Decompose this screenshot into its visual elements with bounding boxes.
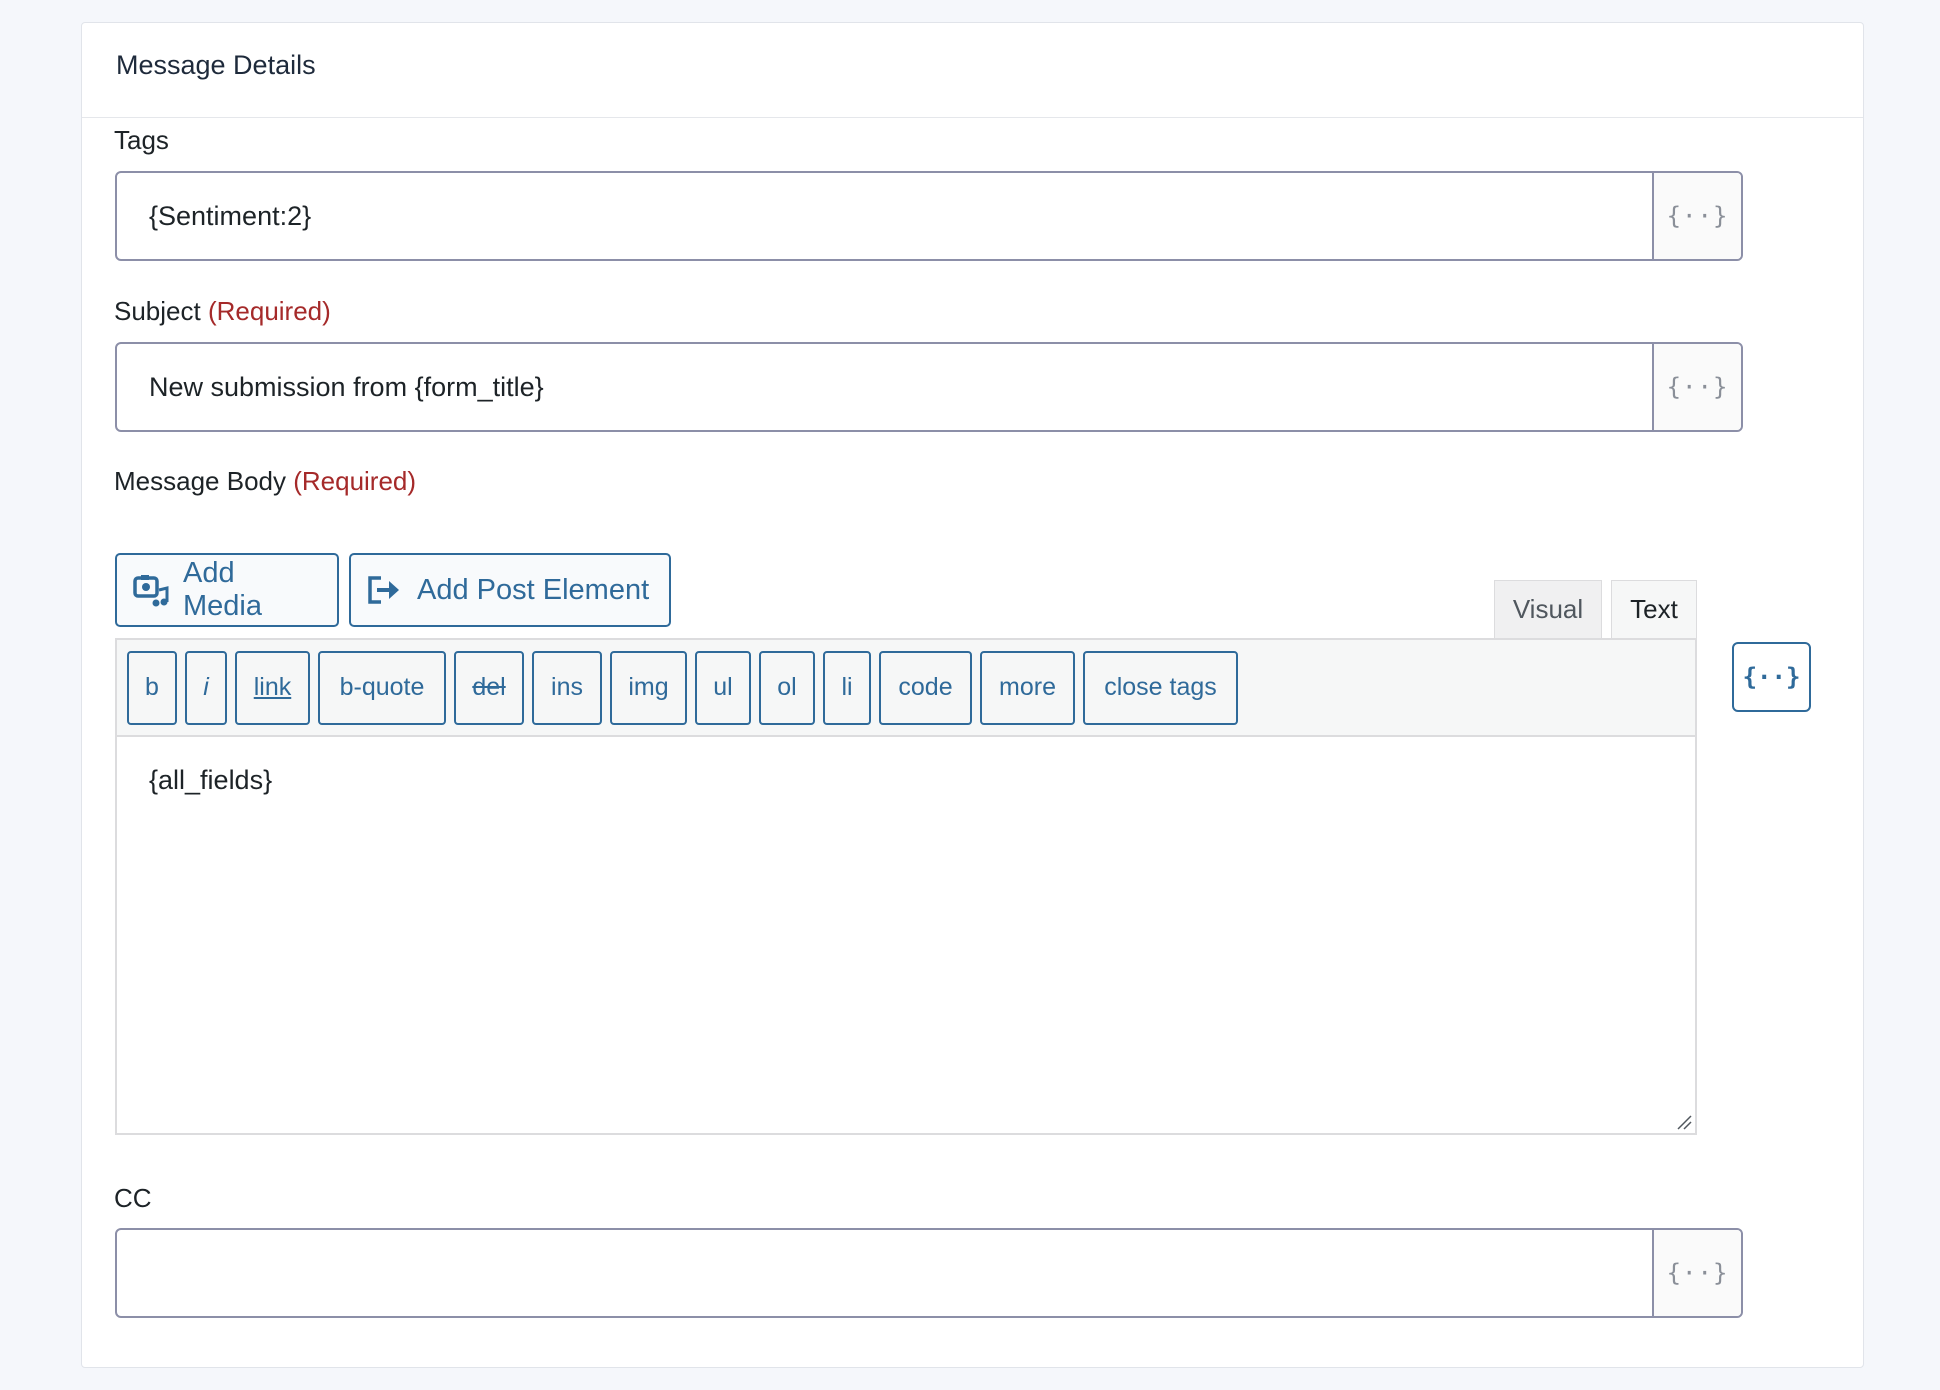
tags-label-text: Tags: [114, 125, 169, 155]
add-media-label: Add Media: [183, 557, 262, 622]
message-body-merge-tag-button[interactable]: {··}: [1732, 642, 1811, 712]
cc-input[interactable]: [117, 1230, 1652, 1316]
quicktag-close-tags-label: close tags: [1104, 673, 1217, 701]
add-post-element-label: Add Post Element: [417, 573, 650, 606]
message-body-editor: b i link b-quote del ins img ul ol li co…: [115, 638, 1697, 1135]
merge-tag-icon: {··}: [1666, 373, 1729, 401]
quicktag-close-tags-button[interactable]: close tags: [1083, 650, 1238, 725]
subject-input[interactable]: [117, 344, 1652, 430]
merge-tag-icon: {··}: [1666, 202, 1729, 230]
quicktag-i-label: i: [203, 673, 209, 701]
quicktag-more-button[interactable]: more: [980, 650, 1075, 725]
tags-input[interactable]: [117, 173, 1652, 259]
message-body-label-text: Message Body: [114, 466, 286, 496]
merge-tag-icon: {··}: [1666, 1259, 1729, 1287]
quicktags-toolbar: b i link b-quote del ins img ul ol li co…: [117, 640, 1695, 737]
cc-label: CC: [114, 1183, 152, 1214]
quicktag-li-label: li: [841, 673, 853, 701]
quicktag-li-button[interactable]: li: [823, 650, 871, 725]
quicktag-b-label: b: [145, 673, 159, 701]
add-media-icon: [133, 575, 169, 607]
message-body-content: {all_fields}: [149, 765, 273, 795]
quicktag-ol-button[interactable]: ol: [759, 650, 815, 725]
subject-label: Subject (Required): [114, 296, 331, 327]
message-details-panel: Message Details Tags {··} Subject (Requi…: [81, 22, 1864, 1368]
quicktag-ul-label: ul: [713, 673, 733, 701]
quicktag-b-button[interactable]: b: [127, 650, 177, 725]
panel-header: Message Details: [82, 23, 1863, 118]
quicktag-b-quote-button[interactable]: b-quote: [318, 650, 446, 725]
tags-merge-tag-button[interactable]: {··}: [1652, 173, 1741, 259]
quicktag-link-label: link: [253, 673, 292, 701]
message-body-label: Message Body (Required): [114, 466, 416, 497]
subject-required-marker: (Required): [207, 296, 331, 326]
quicktag-ins-label: ins: [551, 673, 583, 701]
quicktag-img-button[interactable]: img: [610, 650, 687, 725]
tab-visual[interactable]: Visual: [1494, 580, 1602, 638]
quicktag-more-label: more: [999, 673, 1056, 701]
add-media-button[interactable]: Add Media: [115, 553, 339, 627]
quicktag-del-label: del: [472, 673, 506, 701]
add-post-element-button[interactable]: Add Post Element: [349, 553, 671, 627]
cc-merge-tag-button[interactable]: {··}: [1652, 1230, 1741, 1316]
quicktag-ul-button[interactable]: ul: [695, 650, 751, 725]
tags-label: Tags: [114, 125, 169, 156]
resize-handle-icon[interactable]: [1676, 1114, 1692, 1130]
merge-tag-icon: {··}: [1742, 663, 1801, 691]
panel-title: Message Details: [116, 49, 316, 80]
tags-input-group: {··}: [115, 171, 1743, 261]
quicktag-b-quote-label: b-quote: [339, 673, 425, 701]
tab-text[interactable]: Text: [1611, 580, 1697, 638]
cc-input-group: {··}: [115, 1228, 1743, 1318]
subject-input-group: {··}: [115, 342, 1743, 432]
quicktag-code-button[interactable]: code: [879, 650, 972, 725]
quicktag-ins-button[interactable]: ins: [532, 650, 602, 725]
quicktag-i-button[interactable]: i: [185, 650, 227, 725]
quicktag-code-label: code: [898, 673, 953, 701]
tab-text-label: Text: [1630, 594, 1678, 624]
quicktag-ol-label: ol: [777, 673, 797, 701]
tab-visual-label: Visual: [1512, 594, 1584, 624]
add-post-element-icon: [368, 576, 399, 604]
quicktag-img-label: img: [628, 673, 669, 701]
quicktag-link-button[interactable]: link: [235, 650, 310, 725]
message-body-textarea[interactable]: {all_fields}: [117, 737, 1695, 796]
subject-merge-tag-button[interactable]: {··}: [1652, 344, 1741, 430]
message-body-required-marker: (Required): [293, 466, 417, 496]
subject-label-text: Subject: [114, 296, 201, 326]
quicktag-del-button[interactable]: del: [454, 650, 524, 725]
cc-label-text: CC: [114, 1183, 152, 1213]
